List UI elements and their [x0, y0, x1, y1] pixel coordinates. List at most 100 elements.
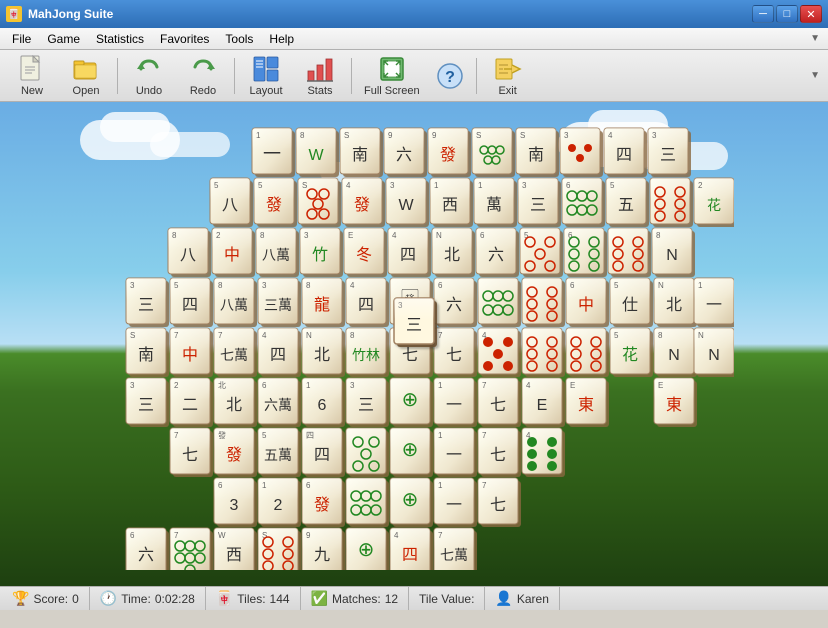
svg-text:北: 北	[226, 396, 242, 414]
minimize-button[interactable]: ─	[752, 5, 774, 23]
layout-button[interactable]: Layout	[240, 54, 292, 98]
matches-status: ✅ Matches: 12	[301, 587, 409, 610]
svg-text:1: 1	[438, 381, 443, 390]
undo-button[interactable]: Undo	[123, 54, 175, 98]
new-button[interactable]: New	[6, 54, 58, 98]
svg-text:8: 8	[350, 331, 355, 340]
fullscreen-icon	[378, 55, 406, 83]
fullscreen-button[interactable]: Full Screen	[357, 54, 427, 98]
svg-text:一: 一	[446, 397, 462, 414]
tile-value-label: Tile Value:	[419, 592, 474, 606]
svg-text:2: 2	[698, 181, 703, 190]
layout-icon	[252, 55, 280, 83]
menu-expand[interactable]: ▼	[806, 31, 824, 46]
new-label: New	[21, 85, 43, 97]
svg-text:八萬: 八萬	[220, 297, 248, 313]
title-bar-buttons: ─ □ ✕	[752, 5, 822, 23]
time-icon: 🕐	[100, 590, 117, 607]
svg-text:S: S	[302, 181, 307, 190]
svg-text:中: 中	[224, 246, 240, 264]
svg-text:4: 4	[346, 181, 351, 190]
svg-text:N: N	[708, 347, 720, 364]
exit-button[interactable]: Exit	[482, 54, 534, 98]
toolbar: New Open Undo Redo	[0, 50, 828, 102]
svg-text:七萬: 七萬	[220, 347, 248, 363]
svg-text:三萬: 三萬	[264, 297, 292, 313]
svg-text:7: 7	[174, 531, 179, 540]
svg-text:3: 3	[130, 381, 135, 390]
stats-button[interactable]: Stats	[294, 54, 346, 98]
svg-text:七: 七	[490, 446, 506, 464]
svg-text:4: 4	[394, 531, 399, 540]
svg-text:北: 北	[314, 346, 330, 364]
svg-text:4: 4	[608, 131, 613, 140]
svg-text:E: E	[570, 381, 575, 390]
toolbar-sep-4	[476, 58, 477, 94]
svg-text:N: N	[698, 331, 704, 340]
score-status: 🏆 Score: 0	[8, 587, 90, 610]
maximize-button[interactable]: □	[776, 5, 798, 23]
svg-text:花: 花	[707, 197, 721, 213]
svg-text:S: S	[344, 131, 349, 140]
svg-text:5: 5	[174, 281, 179, 290]
svg-text:6: 6	[318, 397, 327, 414]
svg-text:七: 七	[490, 496, 506, 514]
svg-text:南: 南	[352, 146, 368, 164]
svg-text:8: 8	[658, 331, 663, 340]
svg-text:北: 北	[666, 296, 682, 314]
svg-text:?: ?	[445, 69, 455, 86]
toolbar-expand-icon[interactable]: ▼	[808, 68, 822, 83]
undo-icon	[135, 55, 163, 83]
menu-bar: File Game Statistics Favorites Tools Hel…	[0, 28, 828, 50]
menu-tools[interactable]: Tools	[217, 30, 261, 48]
svg-text:6: 6	[218, 481, 223, 490]
svg-text:3: 3	[304, 231, 309, 240]
svg-text:⊕: ⊕	[402, 389, 419, 411]
help-button[interactable]: ?	[429, 54, 471, 98]
svg-text:四: 四	[616, 147, 632, 164]
toolbar-sep-2	[234, 58, 235, 94]
svg-text:三: 三	[660, 147, 676, 164]
svg-text:7: 7	[482, 481, 487, 490]
svg-text:N: N	[668, 347, 680, 364]
svg-text:五萬: 五萬	[264, 447, 292, 463]
svg-text:南: 南	[138, 346, 154, 364]
menu-game[interactable]: Game	[39, 30, 88, 48]
menu-statistics[interactable]: Statistics	[88, 30, 152, 48]
new-icon	[18, 55, 46, 83]
svg-text:發: 發	[314, 496, 330, 514]
window-title: MahJong Suite	[28, 7, 113, 21]
matches-value: 12	[385, 592, 398, 606]
close-button[interactable]: ✕	[800, 5, 822, 23]
menu-favorites[interactable]: Favorites	[152, 30, 217, 48]
svg-text:7: 7	[482, 431, 487, 440]
svg-text:東: 東	[578, 396, 594, 414]
open-label: Open	[73, 85, 100, 97]
stats-icon	[306, 55, 334, 83]
matches-label: Matches:	[332, 592, 381, 606]
svg-text:7: 7	[174, 331, 179, 340]
svg-text:3: 3	[130, 281, 135, 290]
svg-text:W: W	[308, 147, 324, 164]
redo-button[interactable]: Redo	[177, 54, 229, 98]
open-button[interactable]: Open	[60, 54, 112, 98]
score-icon: 🏆	[12, 590, 29, 607]
mahjong-board[interactable]: // We'll draw tiles programmatically	[94, 110, 734, 570]
svg-text:中: 中	[578, 296, 594, 314]
svg-text:5: 5	[614, 331, 619, 340]
menu-help[interactable]: Help	[261, 30, 302, 48]
toolbar-sep-3	[351, 58, 352, 94]
svg-text:發: 發	[354, 196, 370, 214]
menu-file[interactable]: File	[4, 30, 39, 48]
time-value: 0:02:28	[155, 592, 195, 606]
status-bar: 🏆 Score: 0 🕐 Time: 0:02:28 🀄 Tiles: 144 …	[0, 586, 828, 610]
svg-text:6: 6	[566, 181, 571, 190]
svg-text:W: W	[398, 197, 414, 214]
svg-text:四: 四	[314, 447, 330, 464]
tile-group[interactable]: 1 一 8 W S 南	[126, 128, 734, 570]
svg-text:⊕: ⊕	[402, 439, 419, 461]
svg-text:北: 北	[444, 246, 460, 264]
svg-text:N: N	[658, 281, 664, 290]
svg-text:7: 7	[482, 381, 487, 390]
svg-text:發: 發	[226, 446, 242, 464]
